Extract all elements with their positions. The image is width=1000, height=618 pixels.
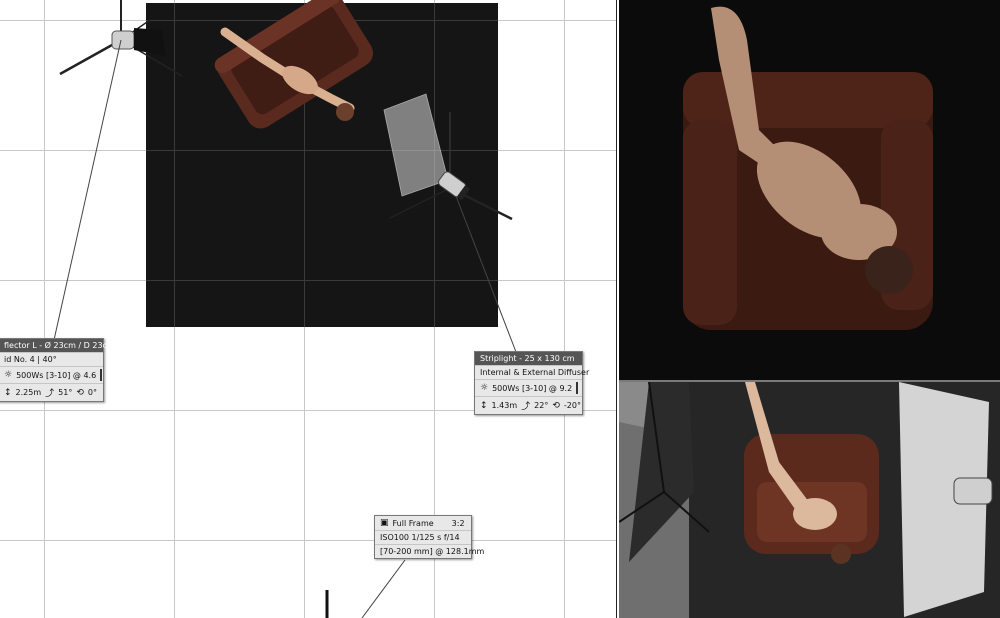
reflector-color-swatch[interactable] [100, 369, 103, 381]
camera-aspect-ratio: 3:2 [451, 518, 465, 528]
perspective-scene [619, 382, 1000, 618]
camera-leader-line [361, 559, 406, 618]
reflector-rotation: 0° [87, 388, 97, 397]
flash-icon: ☼ [4, 370, 13, 380]
height-icon: ↕ [480, 400, 488, 411]
camera-lens: [70-200 mm] @ 128.1mm [380, 547, 485, 556]
striplight-position-row: ↕ 1.43m ⤴ 22° ⟲ -20° [475, 396, 582, 414]
rotate-icon: ⟲ [552, 400, 560, 411]
striplight-color-swatch[interactable] [576, 382, 579, 394]
reflector-grid-text: id No. 4 | 40° [4, 355, 57, 364]
striplight-leader-line [455, 195, 517, 353]
striplight-modifier-row: Internal & External Diffuser [475, 365, 589, 379]
striplight-topview[interactable] [383, 93, 513, 221]
reflector-leader-line [53, 39, 122, 341]
reflector-light-topview[interactable] [59, 0, 183, 77]
tilt-icon: ⤴ [521, 402, 531, 412]
striplight-power-row: ☼ 500Ws [3-10] @ 9.2 [475, 379, 582, 396]
render-image [619, 0, 1000, 380]
striplight-rotation: -20° [563, 401, 581, 410]
camera-sensor: Full Frame [392, 518, 434, 528]
reflector-position-row: ↕ 2.25m ⤴ 51° ⟲ 0° [0, 383, 103, 401]
striplight-power: 500Ws [3-10] @ 9.2 [492, 383, 573, 393]
reflector-power-row: ☼ 500Ws [3-10] @ 4.6 [0, 366, 103, 383]
camera-render-view[interactable] [619, 0, 1000, 380]
reflector-tilt: 51° [58, 388, 73, 397]
striplight-height: 1.43m [491, 401, 518, 410]
camera-icon: ▣ [380, 518, 389, 528]
striplight-tilt: 22° [534, 401, 549, 410]
reflector-title: flector L - Ø 23cm / D 23cm [0, 339, 115, 352]
flash-icon: ☼ [480, 383, 489, 393]
reflector-power: 500Ws [3-10] @ 4.6 [16, 370, 97, 380]
camera-exposure-row: ISO100 1/125 s f/14 [375, 530, 471, 544]
height-icon: ↕ [4, 387, 12, 398]
reflector-info-label[interactable]: flector L - Ø 23cm / D 23cm id No. 4 | 4… [0, 338, 115, 402]
tilt-icon: ⤴ [45, 389, 55, 399]
camera-lens-row: [70-200 mm] @ 128.1mm [375, 544, 484, 558]
rotate-icon: ⟲ [76, 387, 84, 398]
striplight-info-label[interactable]: Striplight - 25 x 130 cm Internal & Exte… [474, 351, 589, 415]
scene-objects [53, 0, 517, 618]
striplight-title: Striplight - 25 x 130 cm [475, 352, 582, 365]
camera-sensor-row: ▣ Full Frame 3:2 [375, 516, 471, 530]
camera-exposure: ISO100 1/125 s f/14 [380, 533, 460, 542]
striplight-modifier: Internal & External Diffuser [480, 368, 590, 377]
lighting-diagram-canvas[interactable]: flector L - Ø 23cm / D 23cm id No. 4 | 4… [0, 0, 617, 618]
camera-info-label[interactable]: ▣ Full Frame 3:2 ISO100 1/125 s f/14 [70… [374, 515, 484, 559]
reflector-height: 2.25m [15, 388, 42, 397]
perspective-3d-view[interactable] [619, 382, 1000, 618]
reflector-grid: id No. 4 | 40° [0, 352, 103, 366]
